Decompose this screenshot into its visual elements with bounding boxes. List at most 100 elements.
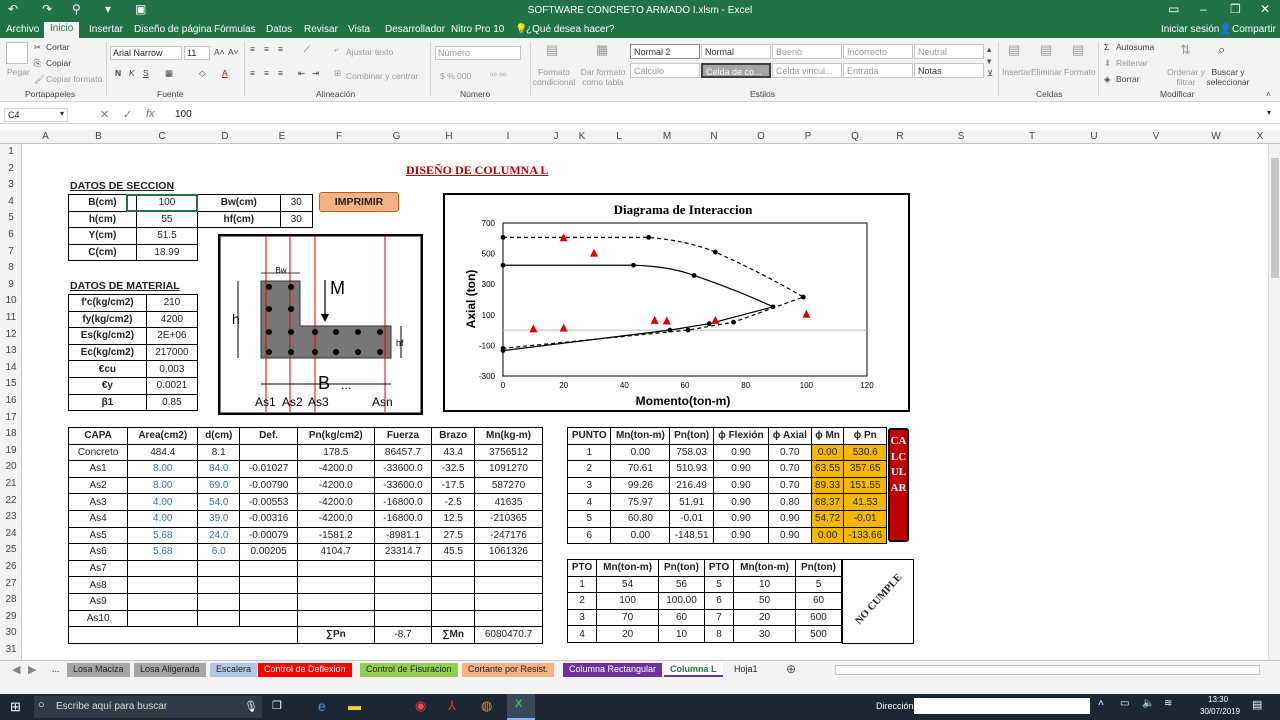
- table-cell[interactable]: 1091270: [474, 460, 543, 478]
- table-cell[interactable]: [373, 576, 433, 594]
- table-cell[interactable]: 0.70: [767, 460, 812, 478]
- increase-indent-icon[interactable]: ⇥: [312, 68, 319, 79]
- sheet-tab[interactable]: Cortante por Resist.: [462, 663, 555, 677]
- sort-filter-button[interactable]: Ordenar y filtrar: [1166, 67, 1206, 87]
- table-cell[interactable]: [474, 576, 543, 594]
- table-cell[interactable]: -33600.0: [373, 476, 433, 495]
- row-header[interactable]: 10: [0, 295, 22, 306]
- table-cell[interactable]: 8.1: [197, 443, 241, 462]
- paste-button[interactable]: Pegar: [7, 67, 30, 77]
- fill-button[interactable]: Rellenar: [1116, 58, 1148, 68]
- row-header[interactable]: 17: [0, 412, 22, 423]
- table-cell[interactable]: B(cm): [68, 194, 137, 212]
- table-cell[interactable]: Ec(kg/cm2): [68, 343, 147, 362]
- table-cell[interactable]: 0.00: [610, 526, 671, 545]
- row-header[interactable]: 28: [0, 594, 22, 605]
- style-celda-comprobacion[interactable]: Celda de co...: [701, 63, 771, 78]
- column-header[interactable]: O: [737, 131, 785, 142]
- table-cell[interactable]: 63.55: [810, 460, 845, 478]
- table-cell[interactable]: [239, 609, 299, 628]
- table-cell[interactable]: 10: [658, 625, 705, 643]
- row-header[interactable]: 2: [0, 163, 22, 174]
- table-cell[interactable]: 100.00: [658, 592, 705, 610]
- align-right-icon[interactable]: ≡: [278, 68, 283, 78]
- table-cell[interactable]: -4200.0: [297, 509, 375, 528]
- table-cell[interactable]: 5: [566, 509, 612, 528]
- table-cell[interactable]: [197, 609, 241, 628]
- tab-datos[interactable]: Datos: [266, 24, 292, 35]
- row-header[interactable]: 4: [0, 196, 22, 207]
- tab-insertar[interactable]: Insertar: [89, 24, 123, 35]
- table-cell[interactable]: 1: [566, 443, 612, 462]
- insert-cells-button[interactable]: Insertar: [1002, 67, 1031, 77]
- row-header[interactable]: 21: [0, 478, 22, 489]
- row-header[interactable]: 25: [0, 544, 22, 555]
- table-cell[interactable]: [474, 592, 543, 611]
- table-cell[interactable]: [239, 592, 299, 611]
- style-neutral[interactable]: Neutral: [914, 44, 984, 59]
- column-header[interactable]: H: [425, 131, 473, 142]
- table-cell[interactable]: 86457.7: [373, 443, 433, 462]
- table-cell[interactable]: -0.01: [669, 509, 714, 528]
- table-cell[interactable]: 84.0: [197, 460, 241, 478]
- table-cell[interactable]: 60: [795, 592, 842, 610]
- table-cell[interactable]: β1: [68, 393, 147, 412]
- row-header[interactable]: 3: [0, 179, 22, 190]
- table-cell[interactable]: 0.90: [712, 493, 769, 511]
- table-cell[interactable]: -0.00079: [239, 526, 299, 545]
- table-cell[interactable]: 60: [658, 608, 705, 627]
- format-table-icon[interactable]: ▦: [596, 42, 608, 58]
- table-cell[interactable]: hf(cm): [197, 210, 281, 229]
- signin-link[interactable]: Iniciar sesión: [1161, 24, 1219, 35]
- column-header[interactable]: A: [22, 131, 69, 142]
- table-cell[interactable]: 510.93: [669, 460, 714, 478]
- row-header[interactable]: 11: [0, 312, 22, 323]
- row-header[interactable]: 20: [0, 461, 22, 472]
- sheet-tab[interactable]: Losa Aligerada: [134, 663, 206, 677]
- style-bueno[interactable]: Bueno: [772, 44, 842, 59]
- table-cell[interactable]: [239, 559, 299, 578]
- table-cell[interactable]: 0.90: [712, 460, 769, 478]
- column-header[interactable]: V: [1125, 131, 1187, 142]
- table-cell[interactable]: 151.55: [843, 476, 887, 495]
- column-header[interactable]: N: [691, 131, 737, 142]
- table-cell[interactable]: [239, 443, 299, 462]
- table-cell[interactable]: 0.00: [810, 443, 845, 462]
- tray-chevron-icon[interactable]: ˄: [1098, 698, 1104, 709]
- table-cell[interactable]: 6.0: [197, 543, 241, 561]
- name-box[interactable]: C4: [4, 108, 68, 122]
- horizontal-scrollbar[interactable]: [835, 665, 1260, 675]
- table-cell[interactable]: [373, 592, 433, 611]
- table-cell[interactable]: 2E+06: [145, 327, 199, 345]
- column-header[interactable]: R: [879, 131, 921, 142]
- table-cell[interactable]: 5: [703, 575, 735, 594]
- table-cell[interactable]: [197, 592, 241, 611]
- table-cell[interactable]: -17.5: [431, 476, 476, 495]
- table-cell[interactable]: 100: [596, 592, 660, 610]
- table-cell[interactable]: 3756512: [474, 443, 543, 462]
- table-cell[interactable]: 54.72: [810, 509, 845, 528]
- column-header[interactable]: B: [69, 131, 128, 142]
- table-cell[interactable]: 0.70: [767, 476, 812, 495]
- network-icon[interactable]: ▭: [1120, 698, 1129, 709]
- table-cell[interactable]: As4: [67, 509, 129, 528]
- table-cell[interactable]: 7: [703, 608, 735, 627]
- table-cell[interactable]: As9: [67, 592, 129, 611]
- table-cell[interactable]: -0.00790: [239, 476, 299, 495]
- windows-start-icon[interactable]: ⊞: [10, 699, 21, 715]
- ribbon-display-icon[interactable]: ▭: [1168, 2, 1179, 16]
- table-cell[interactable]: [431, 559, 476, 578]
- table-cell[interactable]: As3: [67, 493, 129, 511]
- table-cell[interactable]: 41.53: [843, 493, 887, 511]
- row-header[interactable]: 1: [0, 146, 22, 157]
- microphone-icon[interactable]: 🎙: [244, 700, 258, 713]
- style-incorrecto[interactable]: Incorrecto: [843, 44, 913, 59]
- table-cell[interactable]: 5.68: [127, 543, 199, 561]
- table-cell[interactable]: 1: [566, 575, 598, 594]
- column-header[interactable]: T: [1001, 131, 1063, 142]
- paste-icon[interactable]: [6, 42, 28, 64]
- clear-button[interactable]: Borrar: [1116, 74, 1140, 84]
- grow-font-icon[interactable]: A˄: [214, 47, 225, 57]
- insert-cells-icon[interactable]: ▤: [1008, 42, 1020, 58]
- table-cell[interactable]: -8981.1: [373, 526, 433, 545]
